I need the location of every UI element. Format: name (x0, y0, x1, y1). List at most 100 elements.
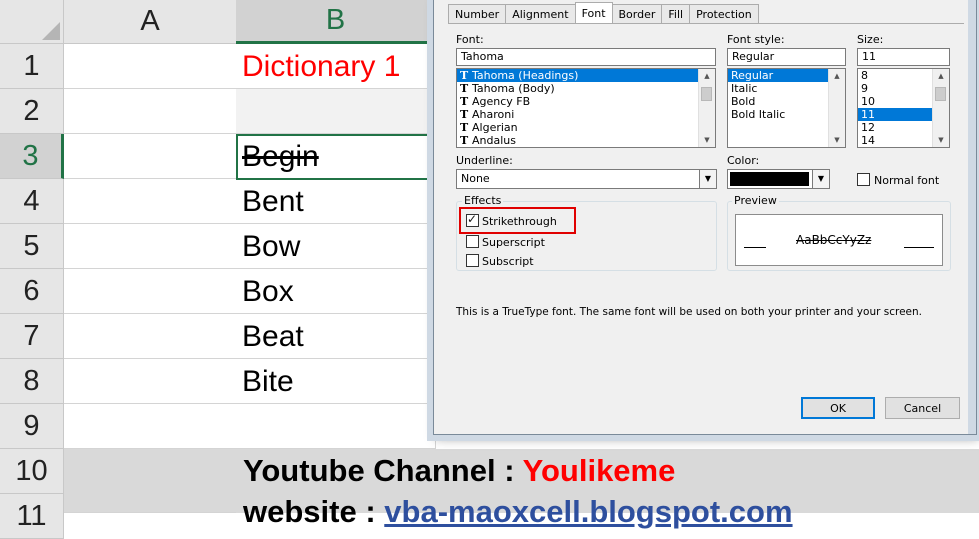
underline-label: Underline: (456, 154, 513, 167)
word-beat: Beat (242, 320, 304, 353)
normal-font-checkbox[interactable] (857, 173, 870, 186)
font-list-scrollbar[interactable]: ▲ ▼ (698, 69, 715, 147)
font-style-label: Font style: (727, 33, 785, 46)
subscript-checkbox[interactable] (466, 254, 479, 267)
font-list-item[interactable]: T Tahoma (Body) (457, 82, 715, 95)
color-select[interactable]: ▼ (727, 169, 830, 189)
font-name-input[interactable]: Tahoma (456, 48, 716, 66)
truetype-icon: T (460, 108, 469, 121)
cell-a8[interactable] (64, 359, 237, 404)
cell-a7[interactable] (64, 314, 237, 359)
font-style-input[interactable]: Regular (727, 48, 846, 66)
cell-a1[interactable] (64, 44, 237, 89)
truetype-info-text: This is a TrueType font. The same font w… (456, 306, 922, 318)
font-style-scrollbar[interactable]: ▲ ▼ (828, 69, 845, 147)
cell-a5[interactable] (64, 224, 237, 269)
cell-a9[interactable] (64, 404, 237, 449)
tab-font[interactable]: Font (574, 2, 613, 23)
font-list[interactable]: T Tahoma (Headings) T Tahoma (Body) T Agenc… (456, 68, 716, 148)
row-header-1[interactable]: 1 (0, 44, 64, 89)
preview-baseline-right (904, 247, 934, 248)
row-header-11[interactable]: 11 (0, 494, 64, 539)
cell-b1[interactable]: Dictionary 1 (236, 44, 436, 89)
youtube-label: Youtube Channel (243, 453, 496, 488)
scroll-down-icon[interactable]: ▼ (933, 133, 949, 147)
scroll-thumb[interactable] (935, 87, 946, 101)
cell-b8[interactable]: Bite (236, 359, 436, 404)
font-list-item[interactable]: T Agency FB (457, 95, 715, 108)
tab-fill[interactable]: Fill (661, 4, 691, 23)
underline-select[interactable]: None ▼ (456, 169, 717, 189)
chevron-down-icon[interactable]: ▼ (699, 170, 716, 188)
font-style-list[interactable]: Regular Italic Bold Bold Italic ▲ ▼ (727, 68, 846, 148)
truetype-icon: T (460, 69, 469, 82)
cell-b5[interactable]: Bow (236, 224, 436, 269)
font-list-item-label: Algerian (472, 121, 518, 134)
row-header-9[interactable]: 9 (0, 404, 64, 449)
size-input[interactable]: 11 (857, 48, 950, 66)
truetype-icon: T (460, 82, 469, 95)
subscript-label: Subscript (482, 255, 534, 268)
select-all-corner[interactable] (0, 0, 64, 44)
cell-a4[interactable] (64, 179, 237, 224)
footer-website-line: website : vba-maoxcell.blogspot.com (243, 494, 793, 530)
preview-baseline-left (744, 247, 766, 248)
font-list-item-label: Tahoma (Body) (472, 82, 555, 95)
column-header-a[interactable]: A (64, 0, 237, 44)
font-list-item[interactable]: T Algerian (457, 121, 715, 134)
column-header-b[interactable]: B (236, 0, 436, 44)
scroll-down-icon[interactable]: ▼ (699, 133, 715, 147)
footer-youtube-line: Youtube Channel : Youlikeme (243, 453, 675, 489)
cell-b7[interactable]: Beat (236, 314, 436, 359)
dialog-frame-edge (968, 0, 976, 434)
size-list-scrollbar[interactable]: ▲ ▼ (932, 69, 949, 147)
row-header-7[interactable]: 7 (0, 314, 64, 359)
scroll-thumb[interactable] (701, 87, 712, 101)
row-header-3[interactable]: 3 (0, 134, 64, 179)
word-box: Box (242, 275, 294, 308)
row-header-6[interactable]: 6 (0, 269, 64, 314)
font-list-item[interactable]: T Tahoma (Headings) (457, 69, 715, 82)
scroll-down-icon[interactable]: ▼ (829, 133, 845, 147)
preview-title: Preview (732, 194, 779, 207)
tab-alignment[interactable]: Alignment (505, 4, 576, 23)
website-link[interactable]: vba-maoxcell.blogspot.com (384, 494, 792, 529)
cell-b9[interactable] (236, 404, 436, 449)
scroll-up-icon[interactable]: ▲ (829, 69, 845, 83)
cell-a6[interactable] (64, 269, 237, 314)
word-bent: Bent (242, 185, 304, 218)
select-all-triangle-icon (42, 22, 60, 40)
row-header-8[interactable]: 8 (0, 359, 64, 404)
cell-a10[interactable] (64, 449, 237, 513)
row-header-4[interactable]: 4 (0, 179, 64, 224)
cell-a3[interactable] (64, 134, 237, 179)
chevron-down-icon[interactable]: ▼ (812, 170, 829, 188)
row-header-5[interactable]: 5 (0, 224, 64, 269)
truetype-icon: T (460, 121, 469, 134)
row-header-2[interactable]: 2 (0, 89, 64, 134)
font-list-item[interactable]: T Andalus (457, 134, 715, 147)
ok-button[interactable]: OK (801, 397, 875, 419)
strikethrough-label: Strikethrough (482, 215, 557, 228)
size-list[interactable]: 8 9 10 11 12 14 ▲ ▼ (857, 68, 950, 148)
tab-number[interactable]: Number (448, 4, 507, 23)
font-list-item[interactable]: T Aharoni (457, 108, 715, 121)
color-label: Color: (727, 154, 760, 167)
superscript-checkbox[interactable] (466, 235, 479, 248)
row-header-10[interactable]: 10 (0, 449, 64, 494)
scroll-up-icon[interactable]: ▲ (699, 69, 715, 83)
tab-border[interactable]: Border (611, 4, 663, 23)
word-begin: Begin (242, 140, 319, 173)
cell-b3[interactable]: Begin (236, 134, 436, 179)
website-separator: : (356, 494, 385, 529)
scroll-up-icon[interactable]: ▲ (933, 69, 949, 83)
word-bite: Bite (242, 365, 294, 398)
font-list-item-label: Aharoni (472, 108, 515, 121)
tab-protection[interactable]: Protection (689, 4, 759, 23)
cancel-button[interactable]: Cancel (885, 397, 960, 419)
strikethrough-checkbox[interactable] (466, 212, 479, 227)
cell-b2[interactable] (236, 89, 436, 134)
cell-b4[interactable]: Bent (236, 179, 436, 224)
cell-a2[interactable] (64, 89, 237, 134)
cell-b6[interactable]: Box (236, 269, 436, 314)
